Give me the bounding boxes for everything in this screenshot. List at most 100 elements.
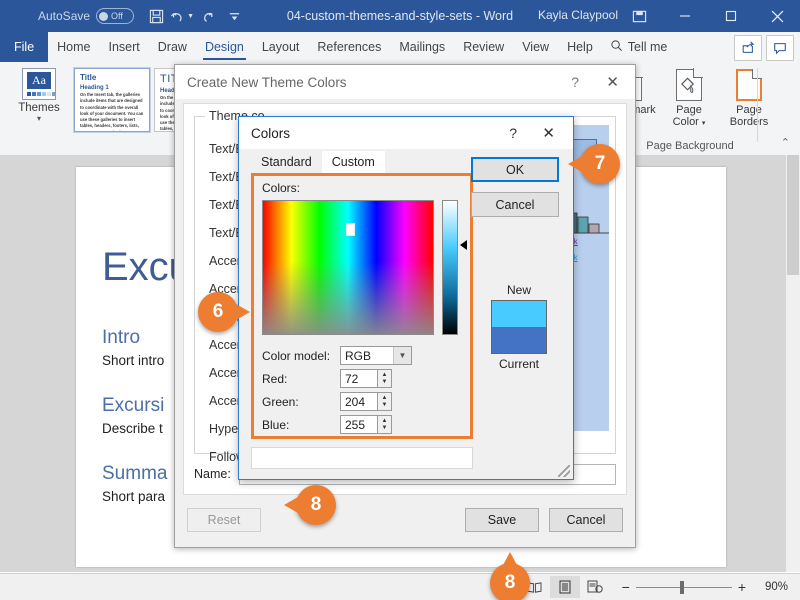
heading-summary: Summa <box>102 463 168 484</box>
group-divider <box>757 68 758 142</box>
share-icon[interactable] <box>734 35 762 61</box>
reset-button[interactable]: Reset <box>187 508 261 532</box>
themes-icon: Aa <box>22 68 56 100</box>
tab-file[interactable]: File <box>0 32 49 62</box>
reset-button-wrap: Reset <box>187 508 261 532</box>
tab-design[interactable]: Design <box>196 32 253 62</box>
colors-dialog: Colors ? ✕ Standard Custom Colors: Color… <box>238 116 574 480</box>
redo-icon[interactable] <box>196 4 220 28</box>
chevron-down-icon[interactable]: ▼ <box>393 347 411 364</box>
green-input[interactable]: 204 ▲ ▼ <box>340 392 392 411</box>
zoom-slider-knob[interactable] <box>679 580 684 594</box>
zoom-in-button[interactable]: + <box>738 579 746 595</box>
account-name[interactable]: Kayla Claypool <box>538 8 618 22</box>
blue-input[interactable]: 255 ▲ ▼ <box>340 415 392 434</box>
tab-references[interactable]: References <box>308 32 390 62</box>
tab-custom[interactable]: Custom <box>321 151 385 174</box>
style-card-title: Title <box>80 73 97 82</box>
tell-me-box[interactable]: Tell me <box>602 32 676 62</box>
themes-button[interactable]: Aa Themes ▾ <box>10 68 68 123</box>
stepper-up-icon[interactable]: ▲ <box>382 418 388 425</box>
zoom-out-button[interactable]: − <box>622 579 630 595</box>
tab-review[interactable]: Review <box>454 32 513 62</box>
color-model-select[interactable]: RGB ▼ <box>340 346 412 365</box>
minimize-icon[interactable] <box>662 0 708 32</box>
tab-draw[interactable]: Draw <box>149 32 196 62</box>
page-borders-label-line2: Borders <box>729 116 769 128</box>
page-borders-button[interactable]: Page Borders <box>720 66 778 128</box>
vertical-scrollbar[interactable] <box>786 155 800 572</box>
red-stepper[interactable]: ▲ ▼ <box>377 369 392 388</box>
restore-icon[interactable] <box>708 0 754 32</box>
ok-button[interactable]: OK <box>471 157 559 182</box>
close-icon[interactable]: ✕ <box>542 124 555 142</box>
blue-label: Blue: <box>262 417 290 432</box>
style-card[interactable]: Title Heading 1 On the Insert tab, the g… <box>73 67 151 133</box>
luminance-slider[interactable] <box>442 200 458 335</box>
zoom-level[interactable]: 90% <box>754 581 788 593</box>
autosave-switch[interactable]: Off <box>96 8 135 24</box>
close-icon[interactable]: ✕ <box>606 73 619 91</box>
word-window: AutoSave Off ▼ 04-custom-themes-and-styl… <box>0 0 800 600</box>
zoom-slider[interactable] <box>635 580 732 594</box>
comments-icon[interactable] <box>766 35 794 61</box>
page-color-button[interactable]: Page Color ▾ <box>660 66 718 128</box>
colors-cancel-button[interactable]: Cancel <box>471 192 559 217</box>
autosave-state: Off <box>111 11 123 21</box>
tab-help[interactable]: Help <box>558 32 602 62</box>
body-summary: Short para <box>102 489 166 504</box>
zoom-control[interactable]: − + <box>622 579 746 595</box>
collapse-ribbon-icon[interactable]: ⌃ <box>781 136 790 149</box>
red-label: Red: <box>262 371 288 386</box>
green-row: Green: 204 ▲ ▼ <box>262 390 462 413</box>
dialog-title-bar: Create New Theme Colors ? ✕ <box>175 65 635 99</box>
heading-intro: Intro <box>102 327 141 348</box>
close-icon[interactable] <box>754 0 800 32</box>
stepper-down-icon[interactable]: ▼ <box>382 425 388 432</box>
help-icon[interactable]: ? <box>571 74 579 90</box>
color-model-row: Color model: RGB ▼ <box>262 344 462 367</box>
autosave-toggle[interactable]: AutoSave Off <box>38 8 135 24</box>
print-layout-icon[interactable] <box>549 576 580 598</box>
web-layout-icon[interactable] <box>580 576 610 598</box>
stepper-down-icon[interactable]: ▼ <box>382 379 388 386</box>
tab-insert[interactable]: Insert <box>100 32 149 62</box>
save-button[interactable]: Save <box>465 508 539 532</box>
blue-stepper[interactable]: ▲ ▼ <box>377 415 392 434</box>
callout-number: 8 <box>504 572 516 593</box>
tab-home[interactable]: Home <box>48 32 99 62</box>
stepper-up-icon[interactable]: ▲ <box>382 395 388 402</box>
gradient-cursor[interactable] <box>346 223 355 236</box>
scrollbar-thumb[interactable] <box>787 155 799 275</box>
stepper-down-icon[interactable]: ▼ <box>382 402 388 409</box>
ribbon-display-options-icon[interactable] <box>616 0 662 32</box>
cancel-button[interactable]: Cancel <box>549 508 623 532</box>
callout-number: 6 <box>212 301 224 322</box>
save-icon[interactable] <box>144 4 168 28</box>
chevron-down-icon[interactable]: ▾ <box>10 114 68 123</box>
callout-7: 7 <box>568 144 620 184</box>
colors-dialog-bottom-strip <box>251 447 473 469</box>
tab-view[interactable]: View <box>513 32 558 62</box>
tab-standard[interactable]: Standard <box>251 151 322 174</box>
resize-grip-icon[interactable] <box>558 465 570 477</box>
customize-qat-icon[interactable] <box>222 4 246 28</box>
callout-8-name: 8 <box>284 485 336 525</box>
callout-6: 6 <box>198 292 250 332</box>
luminance-arrow-icon[interactable] <box>460 240 467 250</box>
callout-tail <box>503 552 517 565</box>
green-stepper[interactable]: ▲ ▼ <box>377 392 392 411</box>
tab-layout[interactable]: Layout <box>253 32 309 62</box>
stepper-up-icon[interactable]: ▲ <box>382 372 388 379</box>
tab-mailings[interactable]: Mailings <box>390 32 454 62</box>
undo-icon[interactable]: ▼ <box>170 4 194 28</box>
red-input[interactable]: 72 ▲ ▼ <box>340 369 392 388</box>
tell-me-label: Tell me <box>627 40 668 54</box>
title-bar: AutoSave Off ▼ 04-custom-themes-and-styl… <box>0 0 800 32</box>
color-gradient-picker[interactable] <box>262 200 434 335</box>
callout-tail <box>568 156 582 172</box>
red-value: 72 <box>345 371 359 386</box>
help-icon[interactable]: ? <box>509 125 517 141</box>
page-color-icon <box>660 66 718 104</box>
chevron-down-icon[interactable]: ▾ <box>702 120 706 127</box>
